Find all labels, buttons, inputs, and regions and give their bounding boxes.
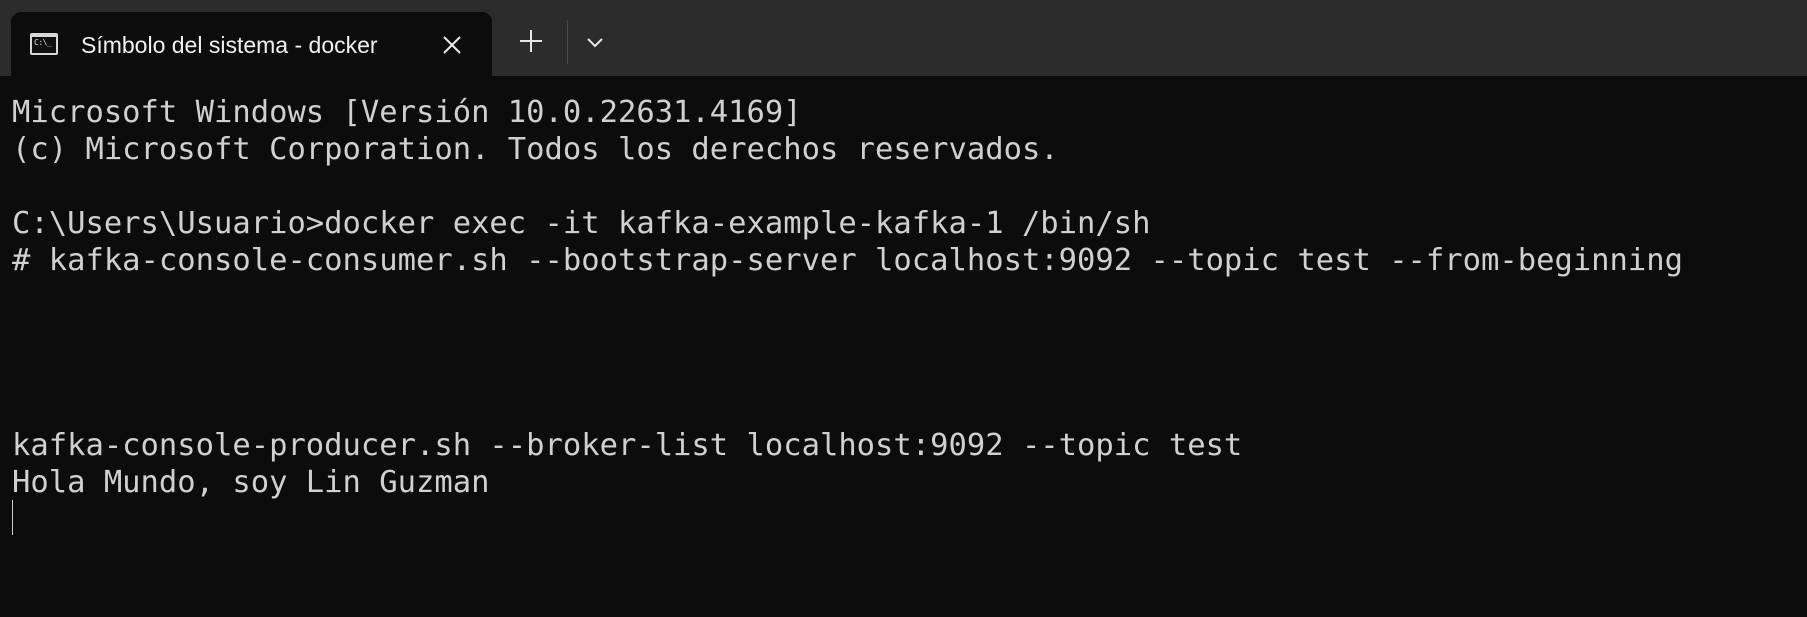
tab-separator <box>567 20 568 64</box>
terminal-line: (c) Microsoft Corporation. Todos los der… <box>12 132 1059 167</box>
terminal-output[interactable]: Microsoft Windows [Versión 10.0.22631.41… <box>0 76 1807 617</box>
cmd-prompt-icon: C:\_ <box>30 33 58 55</box>
tab-active[interactable]: C:\_ Símbolo del sistema - docker <box>11 12 492 76</box>
terminal-line: Microsoft Windows [Versión 10.0.22631.41… <box>12 95 802 130</box>
text-cursor <box>12 500 13 535</box>
tab-title: Símbolo del sistema - docker <box>81 32 378 58</box>
terminal-line: # kafka-console-consumer.sh --bootstrap-… <box>12 243 1683 278</box>
plus-icon[interactable] <box>516 26 546 56</box>
terminal-line: kafka-console-producer.sh --broker-list … <box>12 428 1243 463</box>
terminal-line: Hola Mundo, soy Lin Guzman <box>12 465 490 500</box>
chevron-down-icon[interactable] <box>580 28 610 58</box>
terminal-line: C:\Users\Usuario>docker exec -it kafka-e… <box>12 206 1151 241</box>
tab-bar: C:\_ Símbolo del sistema - docker <box>0 0 1807 76</box>
close-icon[interactable] <box>437 30 467 60</box>
terminal-window: C:\_ Símbolo del sistema - docker Micros… <box>0 0 1807 617</box>
cmd-prompt-icon-text: C:\_ <box>34 38 52 47</box>
